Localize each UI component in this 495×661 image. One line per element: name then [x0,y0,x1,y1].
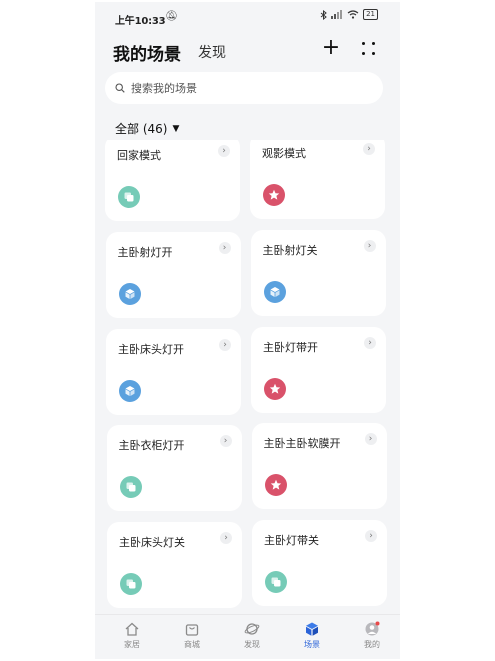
page-title: 我的场景 [113,45,181,65]
battery-indicator: 21 [363,9,378,20]
chevron-right-icon[interactable]: › [219,338,231,351]
scene-card[interactable]: 主卧主卧软膜开 › [251,423,387,510]
bluetooth-icon [320,9,327,20]
scene-name: 回家模式 [117,149,161,162]
avatar-icon [365,621,380,636]
copy-icon [119,476,142,499]
scene-grid: 回家模式 › 观影模式 › 主卧射灯开 › 主卧射灯关 › 主卧床头灯开 › 主卧灯带开 › 主卧衣柜灯… [95,140,400,612]
tab-label: 场景 [304,640,320,649]
signal-icon [331,10,343,19]
scene-name: 观影模式 [262,147,306,160]
caret-down-icon: ▼ [172,123,180,134]
page-header: 我的场景 发现 + [113,37,382,70]
tab-商城[interactable]: 商城 [167,621,217,650]
tab-家居[interactable]: 家居 [107,621,157,650]
shopping-bag-icon [185,624,199,636]
status-bar: 上午10:33 🔕︎ 21 [95,2,400,32]
status-time: 上午10:33 [115,16,166,27]
scene-card[interactable]: 观影模式 › [250,140,385,219]
tab-label: 我的 [364,640,380,649]
chevron-right-icon[interactable]: › [363,239,376,252]
search-input[interactable]: 搜索我的场景 [105,72,383,104]
tab-label: 发现 [244,640,260,649]
scene-card[interactable]: 主卧灯带开 › [251,326,386,413]
search-icon [115,83,125,93]
wifi-icon [347,10,359,19]
star-icon [263,184,285,206]
tab-discover[interactable]: 发现 [198,42,226,62]
copy-icon [118,186,140,208]
scene-card[interactable]: 主卧床头灯关 › [107,522,242,609]
tab-label: 家居 [124,640,140,649]
scene-name: 主卧灯带关 [264,534,319,548]
cube-icon [119,379,141,402]
chevron-right-icon[interactable]: › [365,530,377,543]
tab-我的[interactable]: 我的 [347,621,397,650]
chevron-right-icon[interactable]: › [363,143,375,155]
filter-dropdown[interactable]: 全部 (46) ▼ [115,120,179,137]
mute-icon: 🔕︎ [165,11,178,22]
chevron-right-icon[interactable]: › [364,336,376,349]
copy-icon [265,571,287,594]
scene-card[interactable]: 主卧射灯开 › [105,231,241,318]
chevron-right-icon[interactable]: › [364,433,377,446]
scene-card[interactable]: 主卧灯带关 › [252,520,387,607]
chevron-right-icon[interactable]: › [220,532,232,545]
scene-card[interactable]: 回家模式 › [105,140,240,221]
tab-label: 商城 [184,640,200,649]
scene-card[interactable]: 主卧床头灯开 › [106,328,241,415]
search-placeholder: 搜索我的场景 [131,82,197,95]
status-icons: 21 [320,9,378,20]
phone-screen: 上午10:33 🔕︎ 21 我的场景 发现 + 搜索我的场景 全部 (46) ▼… [95,2,400,659]
chevron-right-icon[interactable]: › [218,241,231,254]
scene-name: 主卧灯带开 [263,340,318,354]
scene-card[interactable]: 主卧衣柜灯开 › [106,425,242,512]
scene-card[interactable]: 主卧射灯关 › [250,229,386,316]
copy-icon [120,573,142,596]
scene-name: 主卧床头灯开 [118,342,184,356]
planet-icon [244,623,260,635]
scene-name: 主卧主卧软膜开 [263,437,341,451]
cube-icon [306,622,318,636]
scene-name: 主卧衣柜灯开 [118,439,185,453]
scene-name: 主卧射灯关 [262,243,318,257]
cube-icon [118,282,141,305]
more-options-icon[interactable] [360,40,378,58]
star-icon [264,474,287,497]
star-icon [264,377,286,400]
scene-name: 主卧床头灯关 [119,536,185,550]
filter-label: 全部 (46) [115,122,168,136]
tab-发现[interactable]: 发现 [227,621,277,650]
chevron-right-icon[interactable]: › [219,435,232,448]
add-scene-button[interactable]: + [320,37,342,60]
home-icon [125,622,139,636]
cube-icon [263,280,286,303]
tab-场景[interactable]: 场景 [287,621,337,650]
bottom-tab-bar: 家居 商城 发现 场景 我的 [95,614,400,659]
chevron-right-icon[interactable]: › [218,145,230,157]
scene-name: 主卧射灯开 [117,245,173,259]
